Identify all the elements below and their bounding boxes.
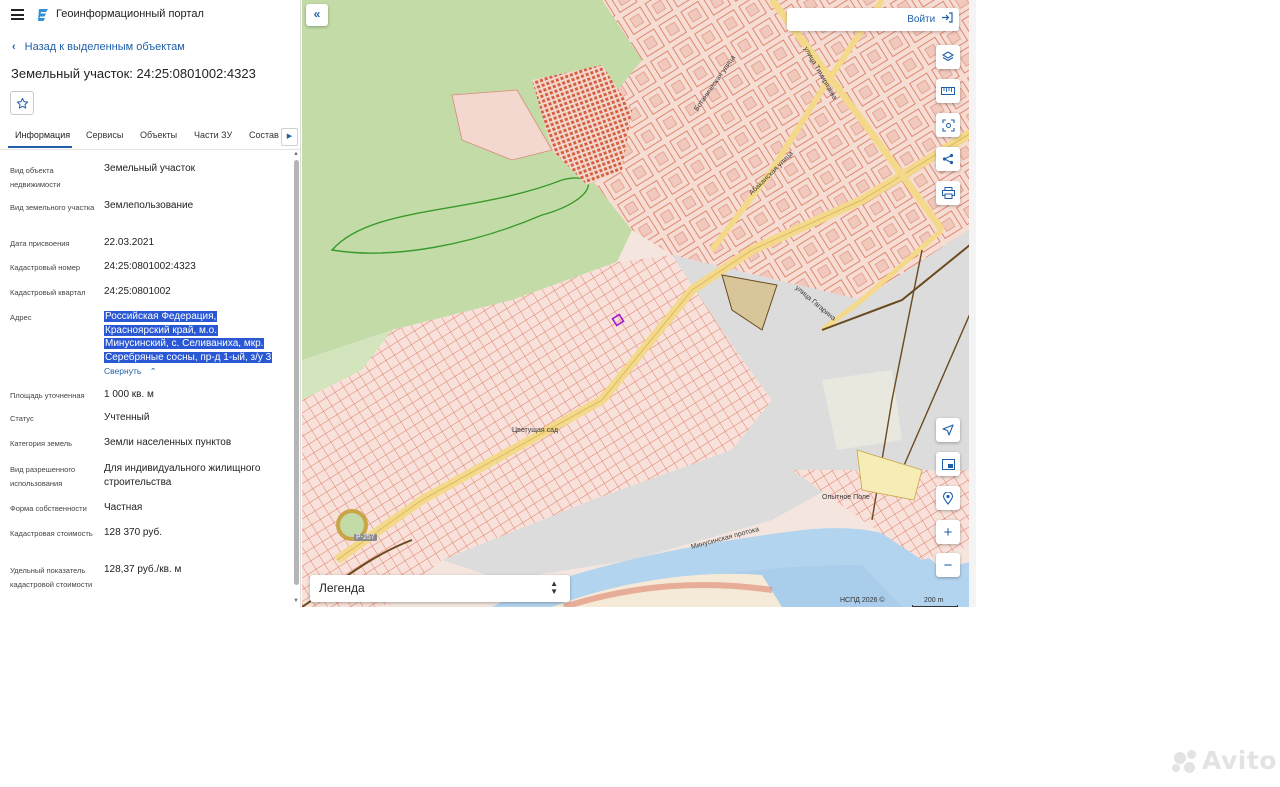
- property-label: Статус: [10, 414, 34, 423]
- minimap-button[interactable]: [936, 452, 960, 476]
- chevron-up-down-icon: ▲ ▼: [550, 579, 558, 596]
- scale-label: 200 m: [924, 597, 944, 604]
- place-label: Опытное Поле: [822, 494, 870, 501]
- area-select-icon: [941, 118, 955, 132]
- property-value: 128,37 руб./кв. м: [104, 564, 182, 575]
- property-label: Категория земель: [10, 439, 73, 448]
- ruler-icon: [941, 87, 955, 95]
- property-label: Форма собственности: [10, 504, 87, 513]
- back-to-selected-link[interactable]: ‹ Назад к выделенным объектам: [12, 41, 185, 53]
- marker-pin-icon: [942, 491, 954, 505]
- object-info-panel: Геоинформационный портал ‹ Назад к выделе…: [0, 0, 301, 607]
- minus-icon: −: [943, 556, 953, 574]
- map-attribution: НСПД 2026 ©: [840, 597, 885, 604]
- window-edge: [969, 0, 976, 607]
- property-label: Удельный показатель кадастровой стоимост…: [10, 566, 93, 589]
- property-label: Кадастровый номер: [10, 263, 81, 272]
- map-search-bar[interactable]: Войти: [787, 8, 959, 31]
- scale-bar: 200 m: [912, 597, 958, 607]
- menu-icon[interactable]: [11, 9, 24, 20]
- property-value: Земли населенных пунктов: [104, 437, 232, 448]
- property-value: 128 370 руб.: [104, 527, 162, 538]
- geo-portal-app: Геоинформационный портал ‹ Назад к выделе…: [0, 0, 976, 607]
- portal-logo-icon: [38, 9, 48, 21]
- avito-logo-icon: [1172, 750, 1202, 774]
- chevron-left-icon: ‹: [12, 41, 16, 53]
- property-value: 24:25:0801002: [104, 286, 171, 297]
- print-button[interactable]: [936, 181, 960, 205]
- zoom-out-button[interactable]: −: [936, 553, 960, 577]
- favorite-button[interactable]: [10, 91, 34, 115]
- place-label: Цветущая сад: [512, 427, 559, 434]
- scale-bar-line: [912, 605, 958, 607]
- map-base-layer: [302, 0, 976, 607]
- layers-button[interactable]: [936, 45, 960, 69]
- property-value: Для индивидуального жилищного строительс…: [104, 463, 261, 488]
- tab-composition[interactable]: Состав: [249, 130, 279, 140]
- tab-objects[interactable]: Объекты: [140, 130, 177, 140]
- collapse-panel-button[interactable]: «: [306, 4, 328, 26]
- tab-land-parts[interactable]: Части ЗУ: [194, 130, 232, 140]
- collapse-label: Свернуть: [104, 366, 142, 376]
- property-label: Вид разрешенного использования: [10, 465, 76, 488]
- properties-list: Вид объекта недвижимости Земельный участ…: [0, 150, 290, 607]
- my-location-button[interactable]: [936, 418, 960, 442]
- print-icon: [941, 187, 955, 199]
- property-value: Частная: [104, 502, 143, 513]
- select-area-button[interactable]: [936, 113, 960, 137]
- scroll-up-arrow-icon[interactable]: ▲: [293, 151, 299, 157]
- property-label: Вид объекта недвижимости: [10, 166, 61, 189]
- login-label: Войти: [907, 14, 936, 25]
- place-marker-button[interactable]: [936, 486, 960, 510]
- property-label: Кадастровая стоимость: [10, 529, 93, 538]
- legend-toggle[interactable]: Легенда ▲ ▼: [310, 575, 570, 602]
- active-tab-indicator: [8, 146, 72, 148]
- tab-services[interactable]: Сервисы: [86, 130, 123, 140]
- property-label: Кадастровый квартал: [10, 288, 86, 297]
- login-button[interactable]: Войти: [907, 12, 953, 25]
- property-label: Вид земельного участка: [10, 203, 95, 212]
- property-value: 22.03.2021: [104, 237, 155, 248]
- tabs-scroll-right-button[interactable]: ▶: [281, 128, 298, 146]
- object-tabs: Информация Сервисы Объекты Части ЗУ Сост…: [0, 126, 300, 150]
- login-icon: [942, 12, 953, 23]
- chevron-up-icon: ⌃: [149, 366, 157, 376]
- layers-icon: [942, 51, 954, 62]
- measure-button[interactable]: [936, 79, 960, 103]
- property-value: Землепользование: [104, 200, 194, 211]
- tab-information[interactable]: Информация: [15, 130, 70, 140]
- legend-label: Легенда: [319, 581, 365, 595]
- plus-icon: +: [943, 523, 953, 541]
- back-link-label: Назад к выделенным объектам: [24, 41, 185, 53]
- double-chevron-left-icon: «: [313, 7, 321, 21]
- property-label: Адрес: [10, 313, 32, 322]
- avito-watermark: Avito: [1172, 746, 1277, 775]
- property-value: 1 000 кв. м: [104, 389, 154, 400]
- address-value: Российская Федерация, Красноярский край,…: [104, 310, 280, 364]
- star-icon: [16, 97, 28, 109]
- address-line: Серебряные сосны, пр-д 1-ый, з/у 3: [104, 351, 273, 363]
- property-value: 24:25:0801002:4323: [104, 261, 196, 272]
- picture-in-picture-icon: [941, 458, 955, 470]
- property-value: Земельный участок: [104, 163, 196, 174]
- address-line: Красноярский край, м.о.: [104, 324, 218, 336]
- share-icon: [942, 153, 954, 165]
- top-bar: Геоинформационный портал: [0, 0, 300, 30]
- map-view[interactable]: улица Тимирязева Абаканская улица улица …: [302, 0, 976, 607]
- app-title: Геоинформационный портал: [56, 8, 204, 20]
- navigation-arrow-icon: [942, 424, 954, 436]
- property-label: Площадь уточненная: [10, 391, 85, 400]
- scroll-down-arrow-icon[interactable]: ▼: [293, 598, 299, 604]
- address-line: Минусинский, с. Селиваниха, мкр.: [104, 338, 265, 349]
- share-button[interactable]: [936, 147, 960, 171]
- watermark-text: Avito: [1202, 746, 1277, 775]
- object-title: Земельный участок: 24:25:0801002:4323: [11, 66, 256, 81]
- road-number-badge: Р-257: [354, 534, 377, 541]
- panel-scrollbar[interactable]: [294, 160, 299, 585]
- collapse-address-link[interactable]: Свернуть ⌃: [104, 366, 157, 377]
- property-value: Учтенный: [104, 412, 150, 423]
- zoom-in-button[interactable]: +: [936, 520, 960, 544]
- address-line: Российская Федерация,: [104, 311, 218, 322]
- property-label: Дата присвоения: [10, 239, 70, 248]
